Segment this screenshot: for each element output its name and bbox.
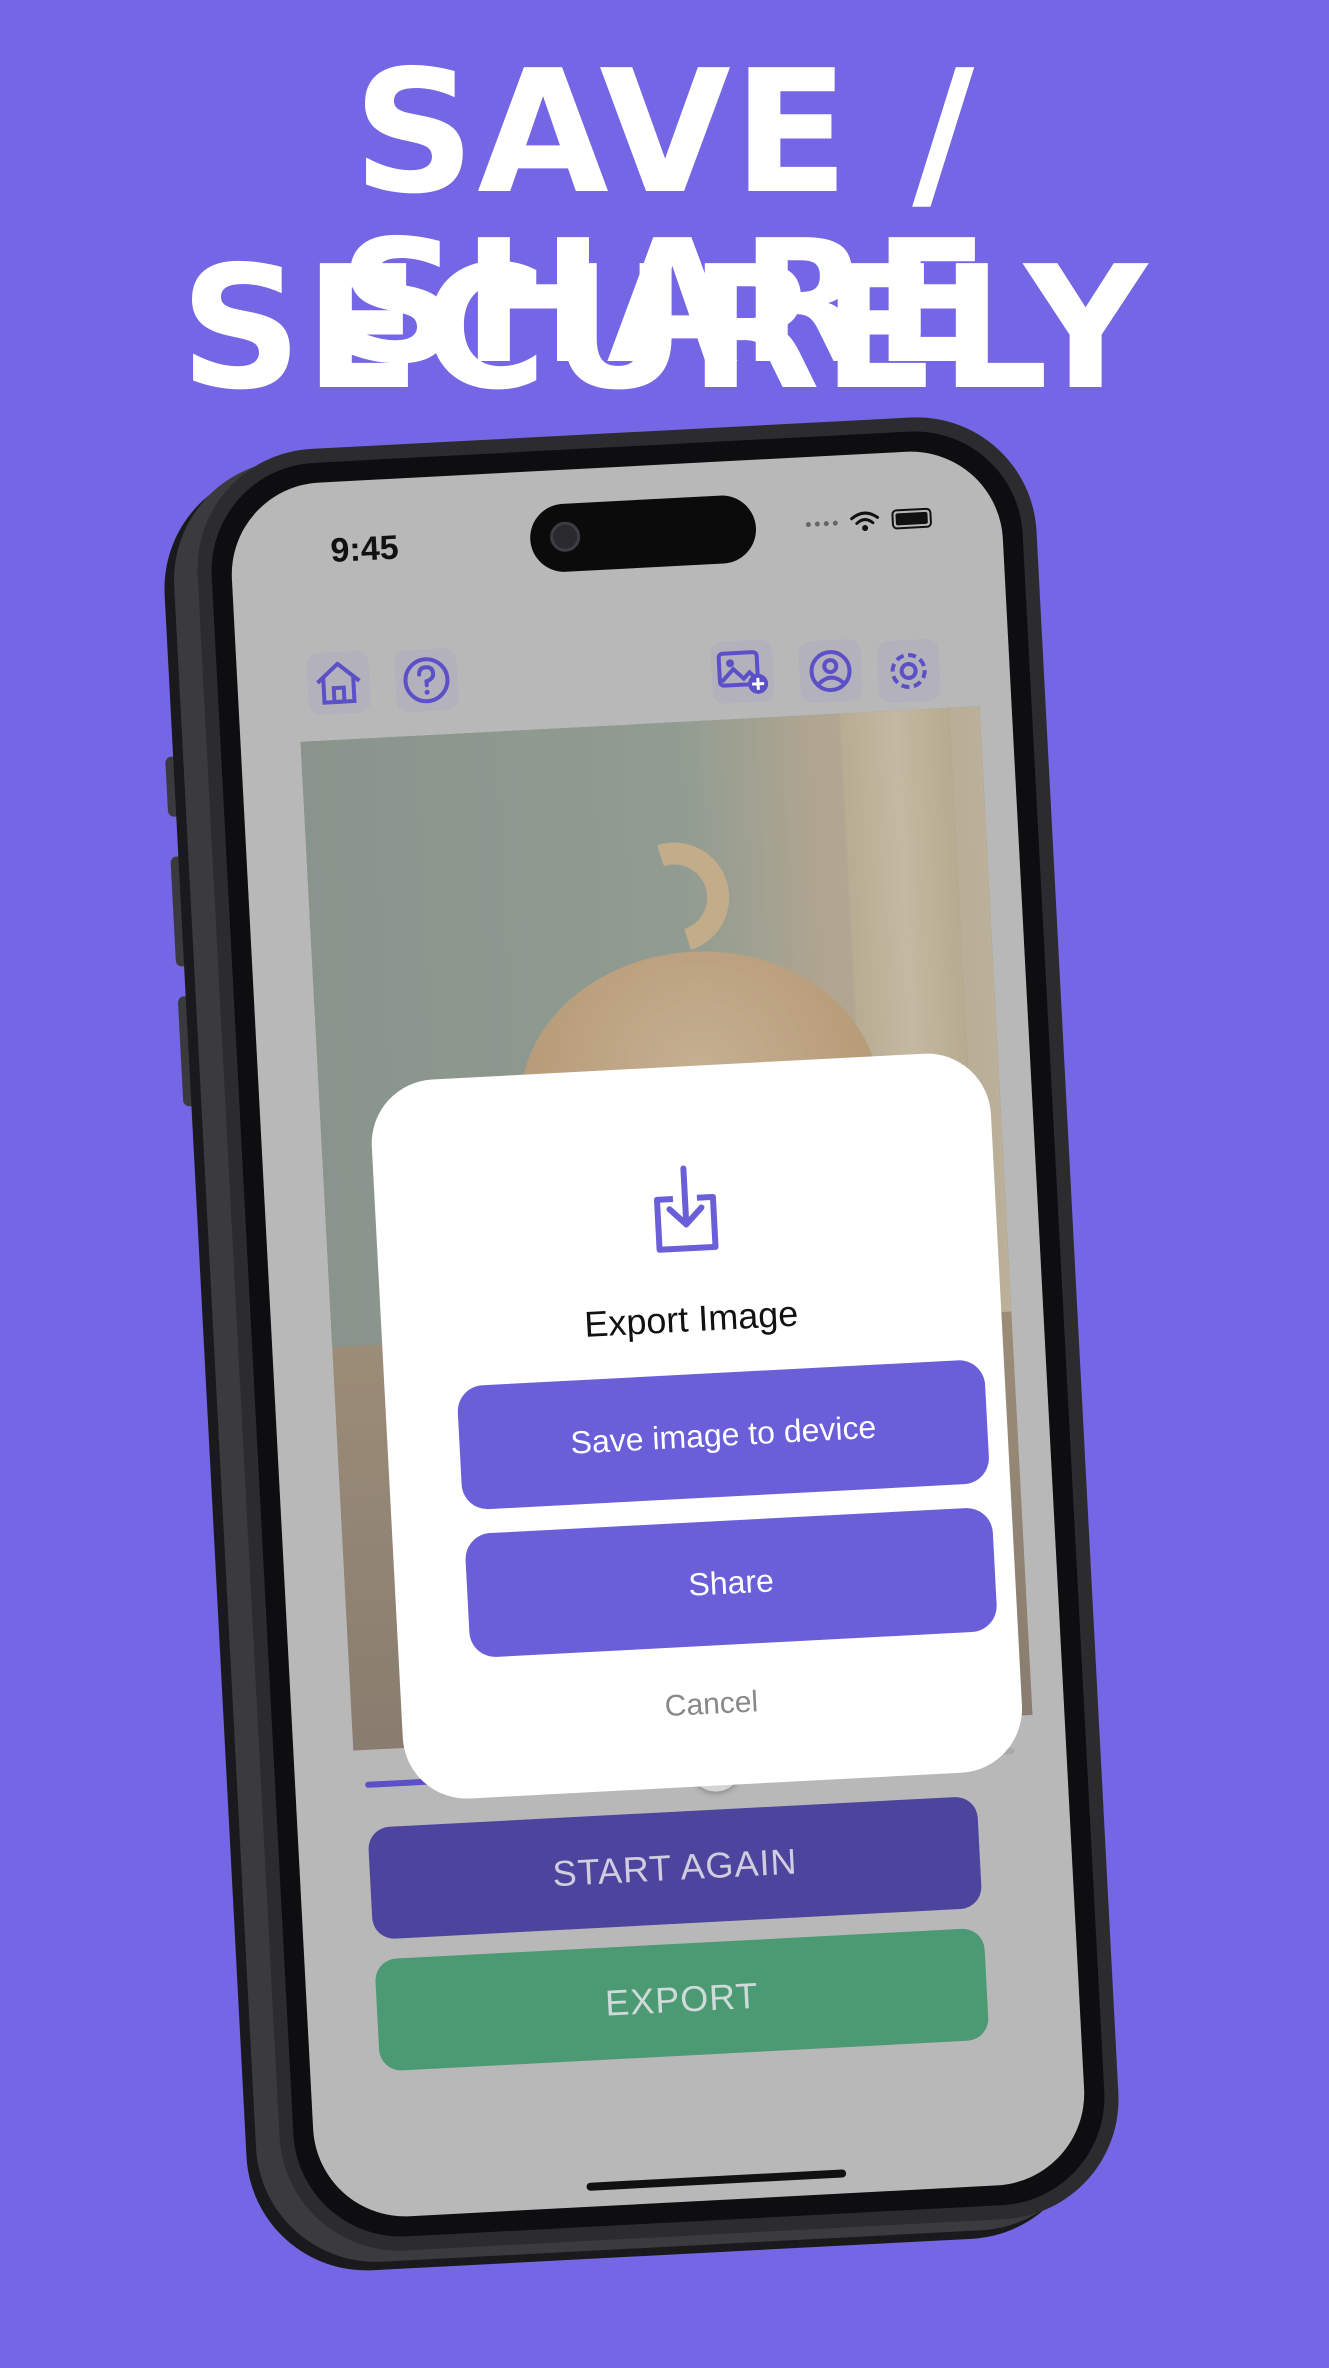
signal-icon — [805, 519, 838, 527]
help-icon[interactable] — [393, 647, 460, 713]
battery-icon — [891, 507, 933, 530]
phone-side-button — [165, 756, 183, 817]
start-again-button[interactable]: START AGAIN — [367, 1795, 983, 1940]
dialog-title: Export Image — [583, 1292, 800, 1345]
phone-volume-down — [177, 995, 198, 1107]
home-indicator — [586, 2169, 847, 2191]
add-image-icon[interactable] — [709, 639, 776, 705]
wifi-icon — [850, 511, 880, 532]
settings-icon[interactable] — [876, 638, 942, 704]
phone-mockup: 9:45 START AGAIN EXPORT Export Image Sav… — [165, 411, 1125, 2257]
status-indicators — [805, 507, 933, 536]
camera-icon — [549, 521, 581, 553]
share-button[interactable]: Share — [464, 1506, 998, 1659]
download-icon — [643, 1160, 728, 1265]
export-image-dialog: Export Image Save image to device Share … — [368, 1050, 1026, 1802]
cancel-button[interactable]: Cancel — [401, 1672, 1022, 1738]
dynamic-island — [528, 493, 758, 574]
export-button[interactable]: EXPORT — [374, 1927, 990, 2072]
home-icon[interactable] — [305, 650, 372, 716]
profile-icon[interactable] — [797, 638, 864, 704]
phone-screen: 9:45 START AGAIN EXPORT Export Image Sav… — [227, 446, 1089, 2222]
phone-volume-up — [170, 856, 191, 967]
headline-line-2: SECURELY — [179, 230, 1150, 428]
status-time: 9:45 — [329, 528, 400, 571]
save-to-device-button[interactable]: Save image to device — [456, 1358, 991, 1511]
